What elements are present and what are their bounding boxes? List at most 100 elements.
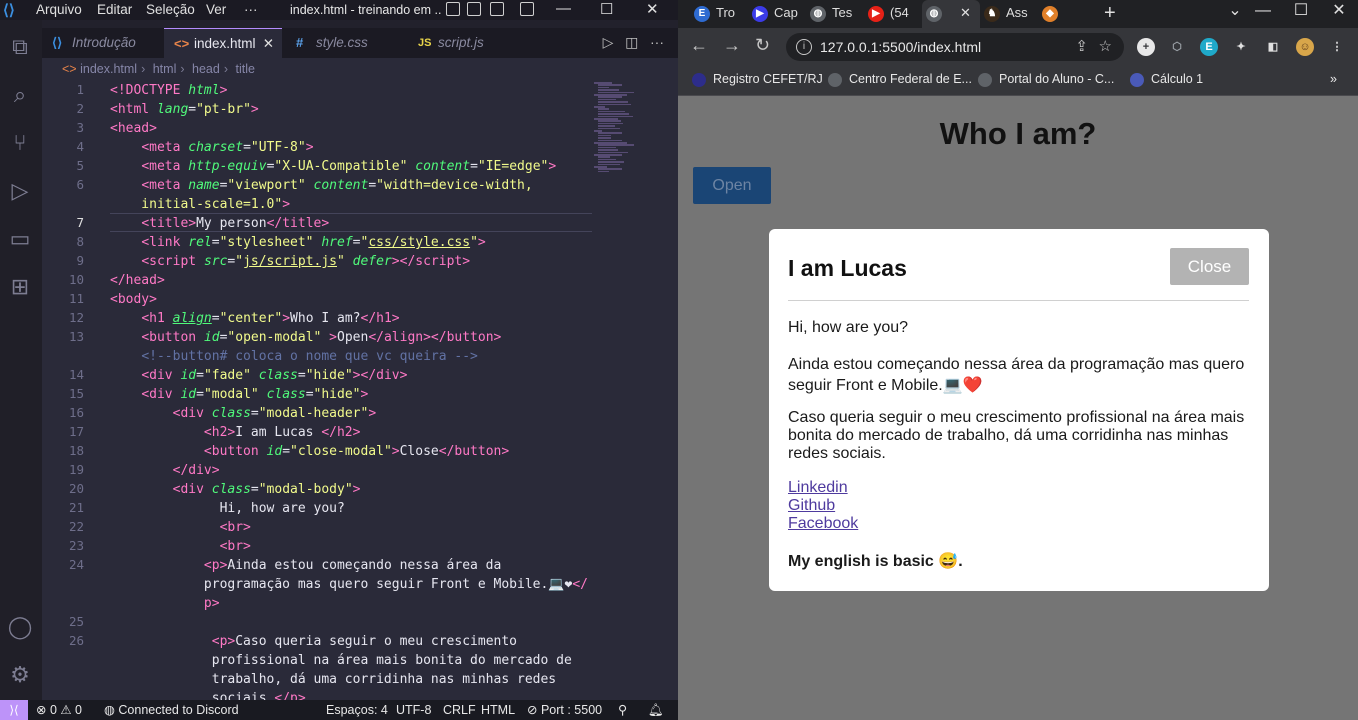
line-number: 4 [76, 139, 84, 154]
breadcrumb-file[interactable]: index.html [80, 62, 137, 76]
problems-indicator[interactable]: ⊗ 0 ⚠ 0 [36, 700, 82, 720]
eol-status[interactable]: CRLF [443, 700, 476, 720]
line-number: 19 [68, 462, 84, 477]
back-icon[interactable]: ← [690, 35, 708, 56]
tab-favicon-icon: ▶ [752, 5, 768, 22]
menu-ver[interactable]: Ver [206, 2, 226, 17]
account-icon[interactable]: ◯ [7, 614, 33, 640]
line-number: 15 [68, 386, 84, 401]
new-tab-icon[interactable]: + [1104, 2, 1116, 25]
browser-tab[interactable]: E Tro [690, 0, 740, 28]
bookmark-item[interactable]: Centro Federal de E... [828, 65, 972, 93]
profile-avatar[interactable]: ☺ [1296, 38, 1314, 56]
toggle-sidebar-icon[interactable] [446, 2, 460, 16]
minimap-line [598, 170, 609, 173]
close-modal-button[interactable]: Close [1170, 248, 1249, 285]
bookmark-star-icon[interactable]: ☆ [1099, 33, 1112, 61]
editor-tabs: ⟨⟩ Introdução <> index.html ✕ # style.cs… [42, 28, 678, 58]
page-heading: Who I am? [939, 116, 1097, 151]
bookmark-item[interactable]: Registro CEFET/RJ [692, 65, 823, 93]
close-window-icon[interactable]: ✕ [646, 0, 659, 18]
side-panel-icon[interactable]: ◧ [1264, 38, 1282, 56]
maximize-icon[interactable]: ☐ [600, 0, 613, 18]
bookmark-label: Portal do Aluno - C... [999, 72, 1115, 86]
code-content[interactable]: <!DOCTYPE html> <html lang="pt-br"> <hea… [110, 81, 588, 700]
toggle-secondary-sidebar-icon[interactable] [490, 2, 504, 16]
browser-tab[interactable]: ▶ (54 [864, 0, 914, 28]
menu-selecao[interactable]: Seleção [146, 2, 195, 17]
code-editor[interactable]: 1 2 3 4 5 6 7 8 9 10 11 12 13 14 15 16 17 18 19 20 21 22 23 24 2… [42, 80, 678, 700]
more-actions-icon[interactable]: ··· [650, 34, 664, 50]
settings-gear-icon[interactable]: ⚙ [7, 662, 33, 688]
run-debug-icon[interactable]: ▷ [7, 178, 33, 204]
close-tab-icon[interactable]: ✕ [960, 5, 971, 20]
minimize-icon[interactable]: — [556, 0, 571, 17]
site-info-icon[interactable]: i [796, 39, 812, 55]
extensions-puzzle-icon[interactable]: ✦ [1232, 38, 1250, 56]
minimap-line [598, 158, 616, 161]
extension-cube-icon[interactable]: ⬡ [1168, 38, 1186, 56]
browser-tab-label: Cap [774, 5, 798, 20]
menu-editar[interactable]: Editar [97, 2, 132, 17]
run-icon[interactable]: ▷ [603, 34, 614, 50]
extension-e-icon[interactable]: E [1200, 38, 1218, 56]
feedback-icon[interactable]: ⚲ [618, 700, 627, 720]
remote-indicator-icon[interactable]: ⟩⟨ [0, 700, 28, 720]
bookmarks-bar: Registro CEFET/RJ Centro Federal de E... P… [678, 65, 1358, 96]
breadcrumb-html[interactable]: html [153, 62, 177, 76]
minimap-line [598, 86, 609, 89]
forward-icon[interactable]: → [723, 35, 741, 56]
maximize-icon[interactable]: ☐ [1282, 0, 1320, 20]
menu-more[interactable]: ··· [244, 2, 258, 17]
browser-tab[interactable]: ♞ Ass [980, 0, 1030, 28]
link-linkedin[interactable]: Linkedin [788, 479, 848, 496]
tab-favicon-icon: ♞ [984, 5, 1000, 22]
bookmark-item[interactable]: Cálculo 1 [1130, 65, 1203, 93]
minimap[interactable] [592, 80, 678, 700]
language-status[interactable]: HTML [481, 700, 515, 720]
minimap-line [598, 139, 622, 142]
split-editor-icon[interactable]: ◫ [625, 34, 638, 50]
reload-icon[interactable]: ↻ [755, 35, 770, 56]
more-bookmarks-icon[interactable]: » [1330, 65, 1337, 93]
tab-favicon-icon: ▶ [868, 5, 884, 22]
close-tab-icon[interactable]: ✕ [263, 29, 274, 59]
close-window-icon[interactable]: ✕ [1320, 0, 1358, 20]
remote-explorer-icon[interactable]: ▭ [7, 226, 33, 252]
encoding-status[interactable]: UTF-8 [396, 700, 431, 720]
menu-arquivo[interactable]: Arquivo [36, 2, 82, 17]
notifications-bell-icon[interactable]: 🔔︎ [648, 700, 664, 720]
chevron-right-icon: › [180, 62, 185, 76]
toggle-panel-icon[interactable] [467, 2, 481, 16]
breadcrumb-head[interactable]: head [192, 62, 220, 76]
minimap-line [598, 132, 622, 134]
browser-tab[interactable]: ▶ Cap [748, 0, 798, 28]
bookmark-item[interactable]: Portal do Aluno - C... [978, 65, 1114, 93]
indentation-status[interactable]: Espaços: 4 [326, 700, 388, 720]
address-bar[interactable]: i 127.0.0.1:5500/index.html ⇪ ☆ [786, 33, 1124, 61]
browser-menu-icon[interactable]: ⋮ [1328, 38, 1346, 56]
breadcrumb-title[interactable]: title [235, 62, 254, 76]
source-control-icon[interactable]: ⑂ [7, 130, 33, 156]
tab-script-js[interactable]: JS script.js [408, 28, 518, 58]
extension-plus-icon[interactable]: + [1137, 38, 1155, 56]
tab-style-css[interactable]: # style.css [286, 28, 404, 58]
explorer-icon[interactable]: ⧉ [7, 34, 33, 60]
browser-tab[interactable]: ◍ ✕ [922, 0, 980, 28]
browser-tab[interactable]: ◍ Tes [806, 0, 856, 28]
minimize-icon[interactable]: — [1244, 2, 1282, 20]
link-github[interactable]: Github [788, 497, 835, 514]
tab-favicon-icon: ◍ [810, 5, 826, 22]
link-facebook[interactable]: Facebook [788, 515, 858, 532]
search-icon[interactable]: ⌕ [7, 82, 33, 108]
tab-index-html[interactable]: <> index.html ✕ [164, 28, 282, 58]
browser-tab[interactable]: ◆ [1038, 0, 1088, 28]
live-server-port[interactable]: ⊘ Port : 5500 [527, 700, 602, 720]
tab-introducao[interactable]: ⟨⟩ Introdução [42, 28, 164, 58]
tab-search-icon[interactable]: ⌄ [1226, 0, 1244, 20]
customize-layout-icon[interactable] [520, 2, 534, 16]
discord-status[interactable]: ◍ Connected to Discord [104, 700, 239, 720]
extensions-icon[interactable]: ⊞ [7, 274, 33, 300]
share-icon[interactable]: ⇪ [1075, 33, 1088, 61]
open-modal-button[interactable]: Open [693, 167, 771, 204]
